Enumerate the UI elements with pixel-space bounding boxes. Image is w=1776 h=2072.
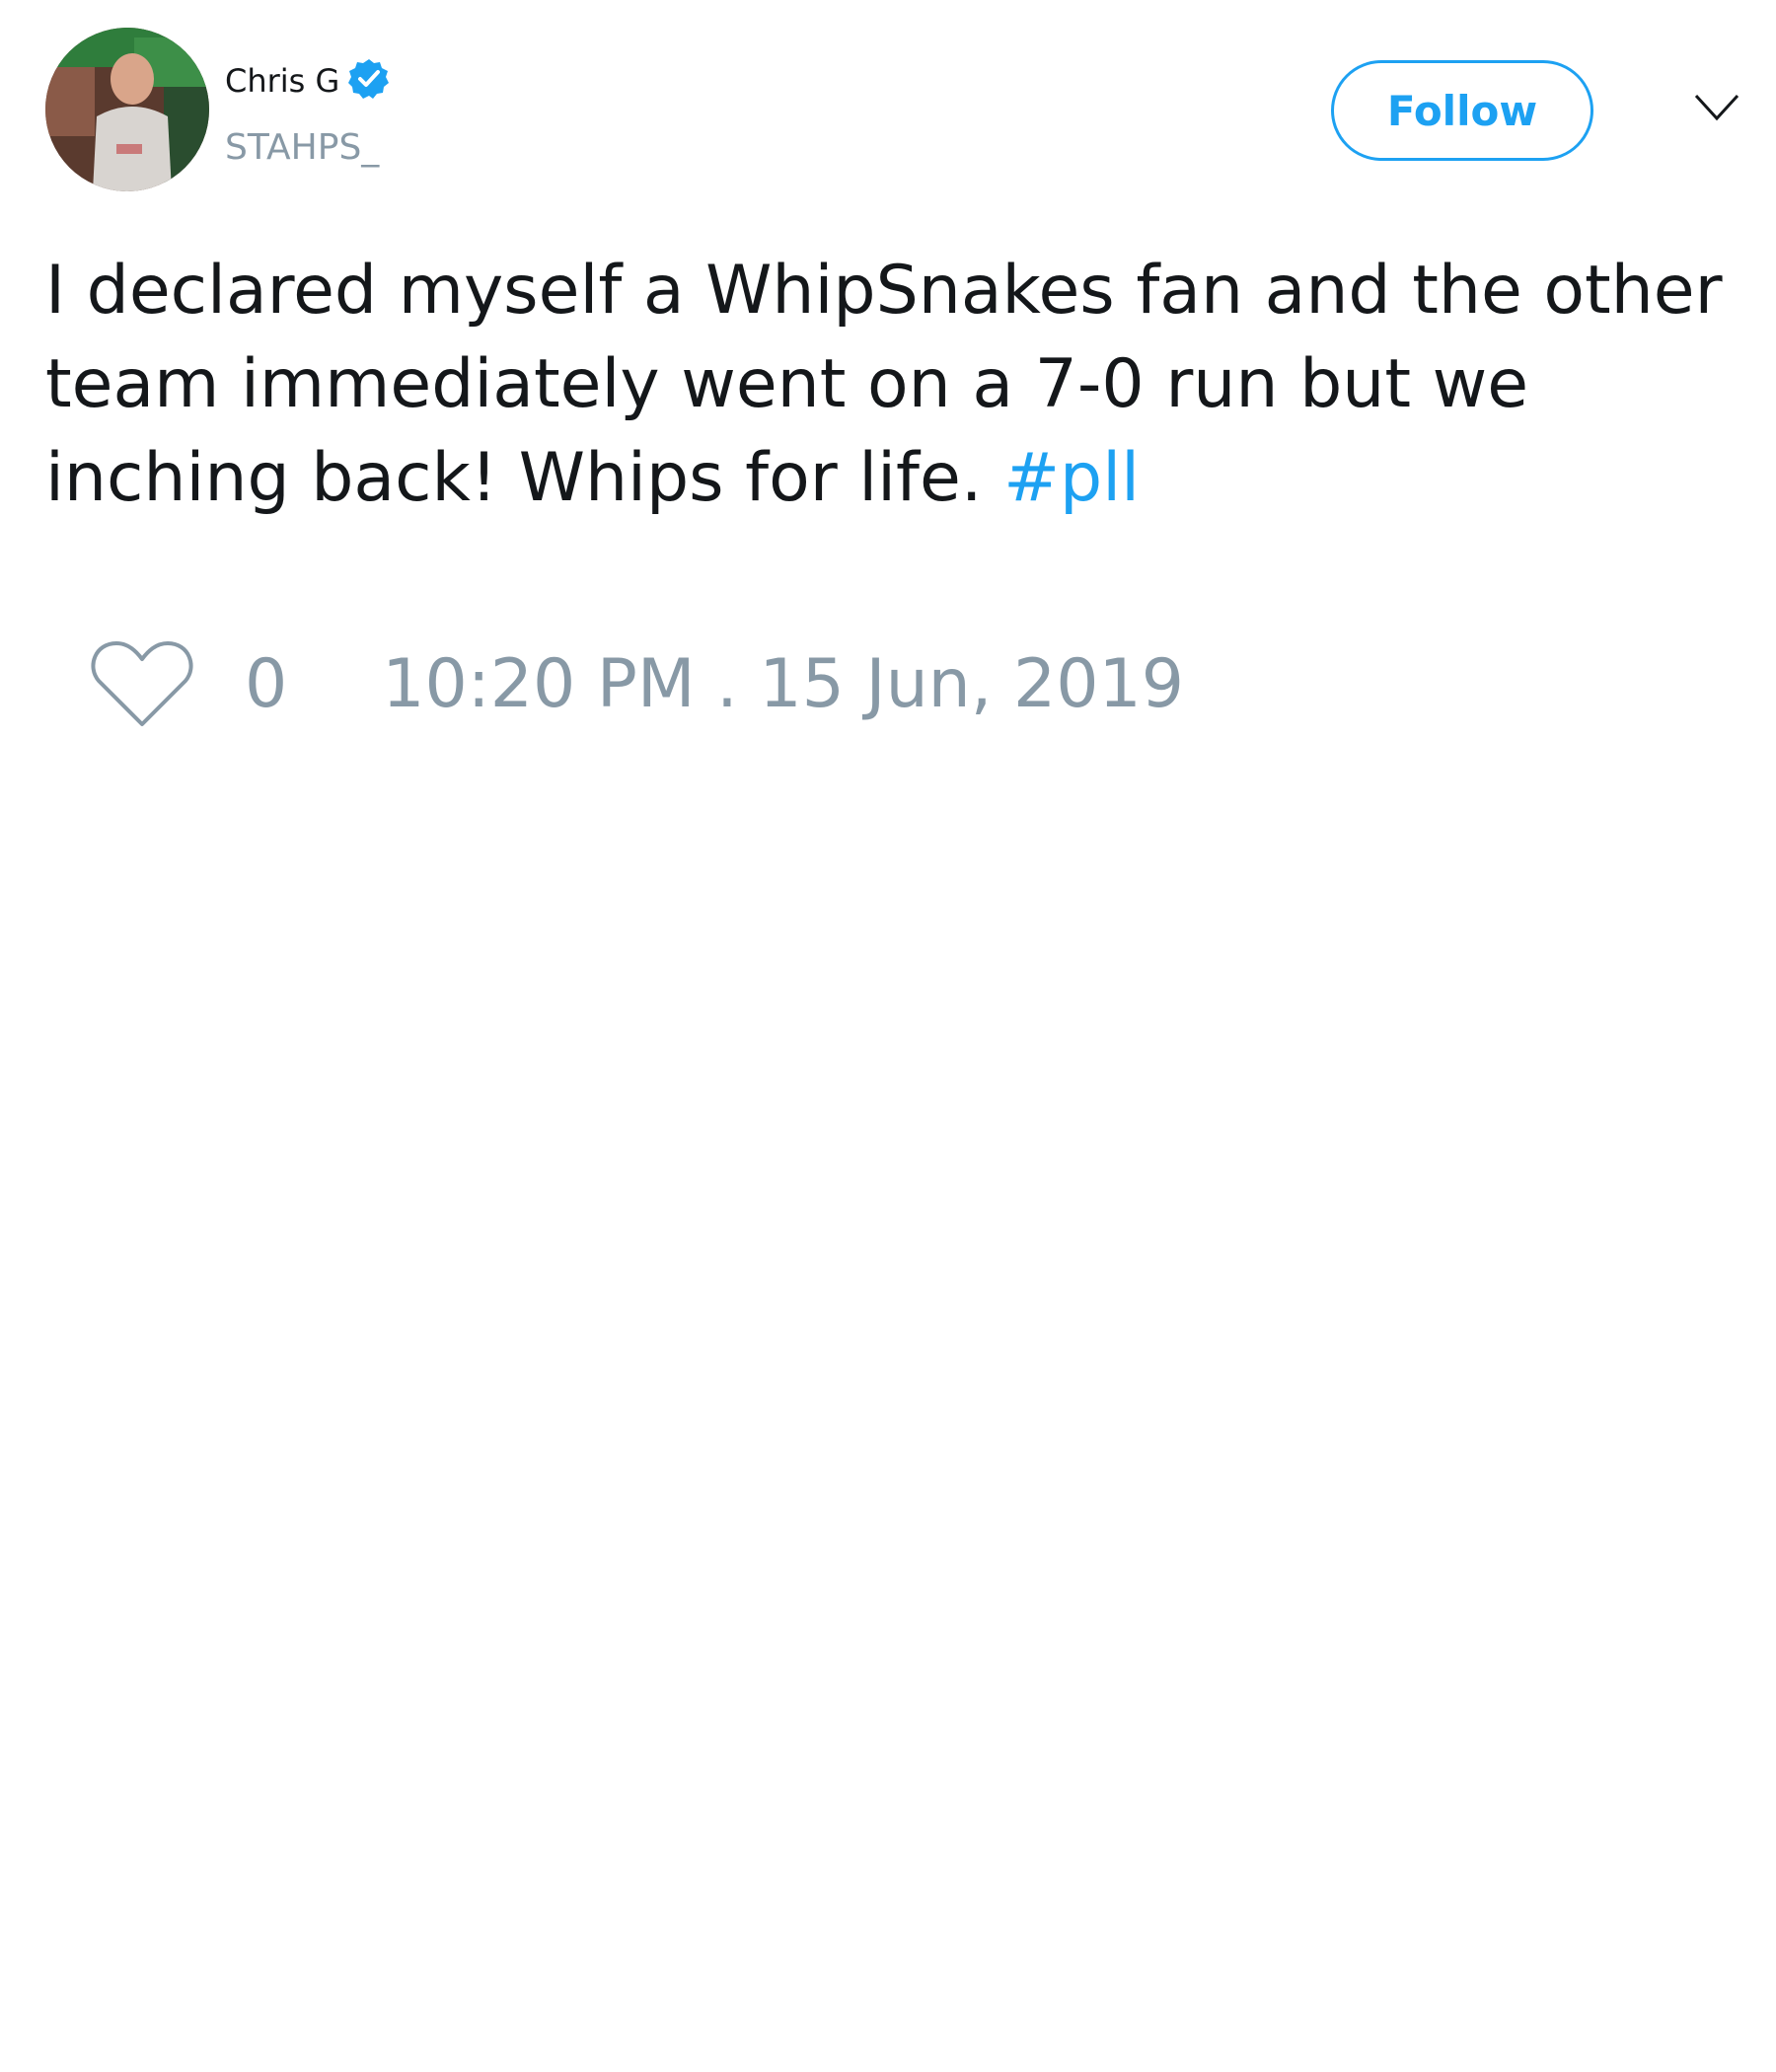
timestamp[interactable]: 10:20 PM . 15 Jun, 2019 [382,645,1184,723]
user-handle[interactable]: STAHPS_ [225,130,379,166]
user-name-row: Chris G [225,59,391,103]
avatar-photo [45,28,209,191]
heart-icon[interactable] [91,639,193,728]
avatar[interactable] [45,28,209,191]
display-name[interactable]: Chris G [225,65,339,97]
hashtag-link[interactable]: #pll [1003,439,1140,517]
tweet-footer: 0 10:20 PM . 15 Jun, 2019 [91,639,1184,728]
tweet-text: I declared myself a WhipSnakes fan and t… [45,244,1762,525]
tweet-body: I declared myself a WhipSnakes fan and t… [45,252,1723,517]
chevron-down-icon[interactable] [1693,93,1740,122]
tweet-card: Chris G STAHPS_ Follow I declared myself… [0,0,1776,2072]
follow-button[interactable]: Follow [1331,60,1593,161]
verified-badge-icon [348,59,390,99]
like-count: 0 [245,644,288,723]
